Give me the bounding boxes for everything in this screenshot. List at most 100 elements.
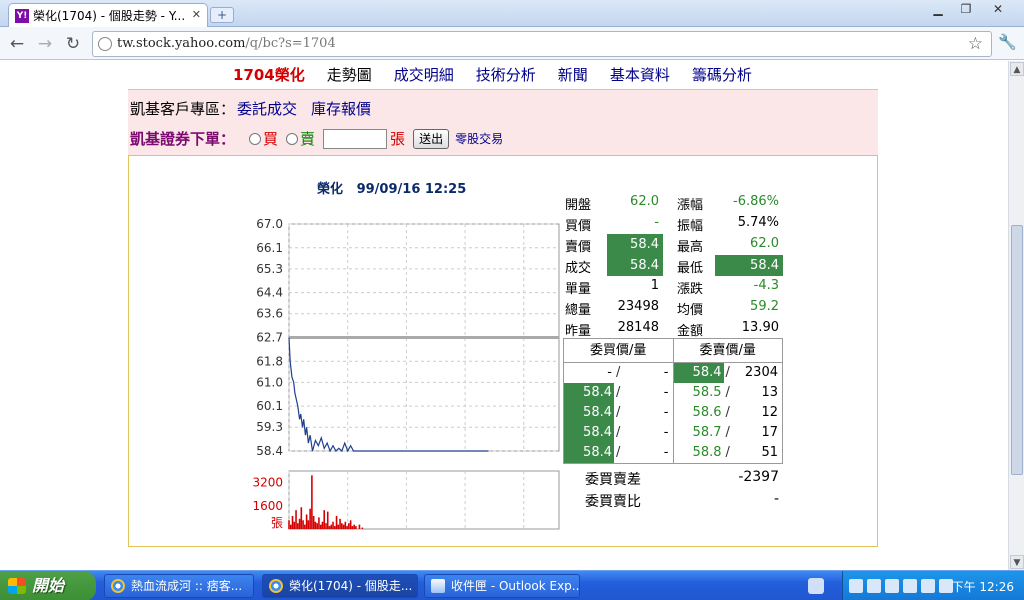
chrome-icon [111,579,125,593]
odd-lot-link[interactable]: 零股交易 [455,130,503,147]
bid-cell: 58.4/ - [564,383,674,403]
quote-row: 昨量 28148 金額 13.90 [565,318,787,339]
quote-value: 13.90 [741,320,779,335]
task-button-stock[interactable]: 榮化(1704) - 個股走... [262,574,418,598]
url-text[interactable]: tw.stock.yahoo.com/q/bc?s=1704 [117,36,336,51]
vertical-scrollbar[interactable]: ▲ ▼ [1008,61,1024,570]
quote-row: 總量 23498 均價 59.2 [565,297,787,318]
bid-cell: - / - [564,363,674,383]
volume-unit-label: 張 [271,516,283,530]
volume-bar [304,524,306,529]
page-content: 1704榮化 走勢圖 成交明細 技術分析 新聞 基本資料 籌碼分析 凱基客戶專區… [0,61,1008,570]
scroll-thumb[interactable] [1011,225,1023,475]
sell-label: 賣 [300,130,316,148]
title-bar: Y! 榮化(1704) - 個股走勢 - Y... ✕ + ▁ ❐ ✕ [0,0,1024,27]
system-tray: 下午 12:26 [842,571,1024,600]
quantity-input[interactable] [323,128,388,149]
restore-icon[interactable]: ❐ [952,0,980,18]
quote-label: 最低 [677,261,704,276]
url-path: /q/bc?s=1704 [245,36,336,51]
new-tab-button[interactable]: + [210,7,234,23]
quote-label: 漲跌 [677,282,704,297]
price-tick-label: 62.7 [256,331,283,345]
order-book-summary: 委買賣差 -2397 委買賣比 - [563,467,783,511]
ask-cell: 58.5/ 13 [674,383,783,403]
address-bar[interactable]: tw.stock.yahoo.com/q/bc?s=1704 ☆ [92,31,992,57]
back-icon[interactable]: ← [6,33,28,55]
start-label: 開始 [32,576,65,595]
quote-row: 開盤 62.0 漲幅 -6.86% [565,192,787,213]
scroll-down-icon[interactable]: ▼ [1010,555,1024,569]
intraday-chart: 榮化 99/09/16 12:25 67.0 66.1 65.3 64.4 63.6 62… [247,174,567,534]
volume-plot-frame [288,470,560,530]
slash-separator: / [725,365,730,380]
ask-header: 委賣價/量 [699,343,756,358]
stock-menu-technical[interactable]: 技術分析 [476,64,536,85]
stock-menu-current: 1704榮化 [233,66,305,84]
order-book-header: 委買價/量 委賣價/量 [564,339,782,363]
quote-table: 開盤 62.0 漲幅 -6.86% 買價 - 振幅 5.74% 賣價 58.4 最高 62.0 成交 58… [565,192,787,339]
tray-user-icon[interactable] [885,579,899,593]
price-tick-label: 67.0 [256,217,283,231]
volume-bar [302,520,304,529]
quote-value: 1 [650,278,659,293]
volume-bar [325,523,327,529]
ask-price: 58.4 [673,363,724,383]
slash-separator: / [616,405,621,420]
bid-header: 委買價/量 [564,339,674,362]
buy-radio[interactable] [249,132,262,145]
volume-bar [291,515,294,529]
diff-value: -2397 [738,469,779,485]
task-button-outlook[interactable]: 收件匣 - Outlook Exp... [424,574,580,598]
order-title: 凱基證券下單： [130,130,236,148]
bid-volume: - [663,445,669,460]
quote-row: 賣價 58.4 最高 62.0 [565,234,787,255]
wrench-menu-icon[interactable]: 🔧 [998,33,1017,51]
sell-radio[interactable] [286,132,299,145]
close-window-icon[interactable]: ✕ [984,0,1012,18]
tray-network-icon[interactable] [903,579,917,593]
browser-tab[interactable]: Y! 榮化(1704) - 個股走勢 - Y... ✕ [8,3,208,27]
stock-menu-chips[interactable]: 籌碼分析 [692,64,752,85]
volume-bar [335,515,338,529]
stock-menu-news[interactable]: 新聞 [558,64,588,85]
quick-launch-icon[interactable] [808,578,824,594]
volume-bar [314,521,317,529]
tray-ime-icon[interactable] [867,579,881,593]
forward-icon[interactable]: → [34,33,56,55]
volume-bar [318,517,320,529]
start-button[interactable]: 開始 [0,571,96,600]
volume-bar [307,520,310,529]
quote-row: 單量 1 漲跌 -4.3 [565,276,787,297]
stock-menu-trend[interactable]: 走勢圖 [327,64,372,85]
ask-price: 58.8 [692,445,722,460]
task-button-blog[interactable]: 熱血流成河 :: 痞客... [104,574,254,598]
tab-close-icon[interactable]: ✕ [192,8,201,21]
price-tick-label: 66.1 [256,241,283,255]
bid-price: 58.4 [564,383,614,403]
quote-row: 成交 58.4 最低 58.4 [565,255,787,276]
volume-bar [298,518,301,529]
bid-price: - [607,365,612,380]
volume-bar [337,524,340,529]
ask-cell: 58.6/ 12 [674,403,783,423]
bookmark-star-icon[interactable]: ☆ [968,34,983,54]
ask-volume: 13 [761,385,778,400]
stock-menu-basic[interactable]: 基本資料 [610,64,670,85]
submit-button[interactable]: 送出 [413,128,450,149]
taskbar: 開始 熱血流成河 :: 痞客... 榮化(1704) - 個股走... 收件匣 … [0,570,1024,600]
quote-value: 58.4 [715,255,783,276]
reload-icon[interactable]: ↻ [62,33,84,55]
scroll-up-icon[interactable]: ▲ [1010,62,1024,76]
stock-menu-trades[interactable]: 成交明細 [394,64,454,85]
minimize-icon[interactable]: ▁ [924,0,952,18]
quote-value: 58.4 [607,255,663,276]
quote-label: 昨量 [565,324,592,339]
tray-security-icon[interactable] [921,579,935,593]
price-tick-label: 61.0 [256,375,283,389]
tray-expand-icon[interactable] [849,579,863,593]
navigation-bar: ← → ↻ tw.stock.yahoo.com/q/bc?s=1704 ☆ 🔧 [0,27,1024,60]
inventory-link[interactable]: 庫存報價 [311,100,371,118]
orders-link[interactable]: 委託成交 [237,100,297,118]
quote-label: 金額 [677,324,704,339]
